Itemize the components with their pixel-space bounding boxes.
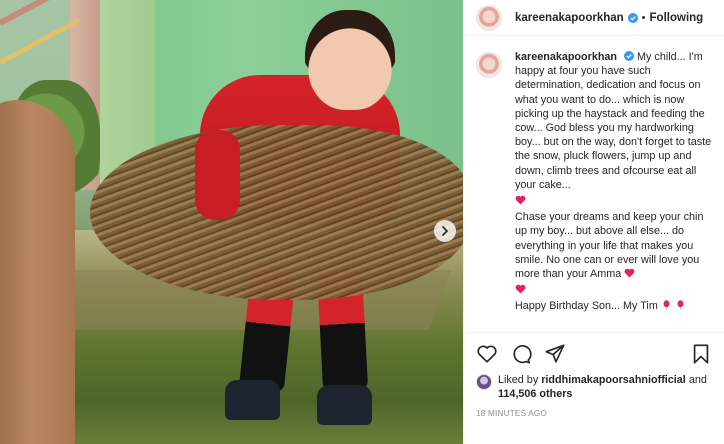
post-header: kareenakapoorkhan • Following	[464, 0, 724, 36]
likes-text: Liked by riddhimakapoorsahniofficial and…	[498, 373, 712, 401]
caption: kareenakapoorkhan My child... I'm happy …	[476, 50, 712, 314]
photo-haystack	[90, 125, 463, 300]
post-side-panel: kareenakapoorkhan • Following kareenakap…	[463, 0, 724, 444]
caption-username[interactable]: kareenakapoorkhan	[515, 51, 617, 63]
carousel-next-button[interactable]	[434, 220, 456, 242]
caption-paragraph-1: My child... I'm happy at four you have s…	[515, 51, 712, 191]
chevron-right-icon	[442, 226, 449, 236]
following-button[interactable]: Following	[650, 12, 704, 24]
balloon-icon	[677, 300, 684, 311]
actions-bar: Liked by riddhimakapoorsahniofficial and…	[464, 332, 724, 444]
avatar[interactable]	[476, 4, 502, 31]
liker-avatar[interactable]	[476, 374, 492, 390]
photo-boy-arm	[195, 130, 240, 220]
action-row	[476, 339, 712, 369]
liker-username[interactable]: riddhimakapoorsahniofficial	[541, 374, 686, 386]
header-username[interactable]: kareenakapoorkhan	[515, 12, 624, 24]
verified-badge-icon	[627, 12, 638, 23]
photo-boy-head	[305, 10, 395, 110]
save-button[interactable]	[690, 343, 712, 365]
photo-calf	[0, 100, 75, 444]
verified-badge-icon	[624, 51, 635, 61]
share-button[interactable]	[544, 343, 566, 365]
photo-shoe	[225, 380, 280, 420]
caption-paragraph-2-wrap: Chase your dreams and keep your chin up …	[515, 210, 712, 281]
caption-paragraph-2: Chase your dreams and keep your chin up …	[515, 211, 704, 281]
photo-shoe	[317, 385, 372, 425]
likes-prefix: Liked by	[498, 374, 539, 386]
photo-rail	[0, 18, 81, 65]
likes-summary: Liked by riddhimakapoorsahniofficial and…	[476, 373, 712, 401]
bookmark-icon	[693, 344, 709, 364]
likes-and: and	[688, 374, 707, 386]
red-heart-icon	[515, 195, 526, 205]
caption-avatar[interactable]	[476, 52, 502, 78]
red-heart-icon	[624, 268, 635, 278]
instagram-post: kareenakapoorkhan • Following kareenakap…	[0, 0, 724, 444]
heart-emoji-row	[515, 194, 712, 208]
post-photo	[0, 0, 463, 444]
comment-icon	[513, 345, 532, 364]
likes-count[interactable]: 114,506 others	[498, 388, 572, 400]
share-icon	[545, 344, 565, 363]
post-timestamp[interactable]: 18 MINUTES AGO	[476, 409, 712, 418]
comments-section[interactable]: kareenakapoorkhan My child... I'm happy …	[464, 36, 724, 332]
caption-text: kareenakapoorkhan My child... I'm happy …	[515, 50, 712, 314]
caption-paragraph-3: Happy Birthday Son... My Tim	[515, 300, 658, 313]
heart-icon	[477, 345, 497, 363]
red-heart-icon	[515, 284, 526, 294]
caption-paragraph-3-wrap: Happy Birthday Son... My Tim	[515, 299, 712, 313]
separator-dot: •	[641, 11, 646, 24]
heart-emoji-row	[515, 283, 712, 297]
balloon-icon	[663, 300, 670, 311]
comment-button[interactable]	[510, 343, 532, 365]
like-button[interactable]	[476, 343, 498, 365]
